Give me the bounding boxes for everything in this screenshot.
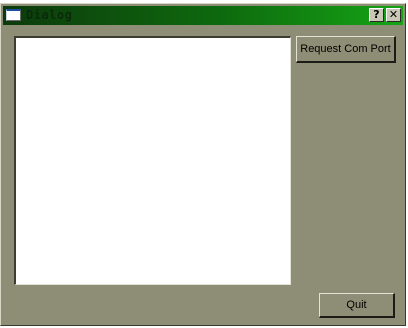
title-bar[interactable]: Dialog ? ✕ [3,6,403,25]
close-icon: ✕ [388,8,399,21]
request-com-port-button[interactable]: Request Com Port [296,36,396,63]
output-list[interactable] [14,36,291,285]
window-icon[interactable] [6,9,21,21]
help-button[interactable]: ? [369,8,384,22]
quit-button[interactable]: Quit [319,293,395,318]
close-button[interactable]: ✕ [386,8,401,22]
question-icon: ? [373,8,380,21]
dialog-window: Dialog ? ✕ Request Com Port Quit [0,3,406,326]
window-title: Dialog [26,8,73,22]
